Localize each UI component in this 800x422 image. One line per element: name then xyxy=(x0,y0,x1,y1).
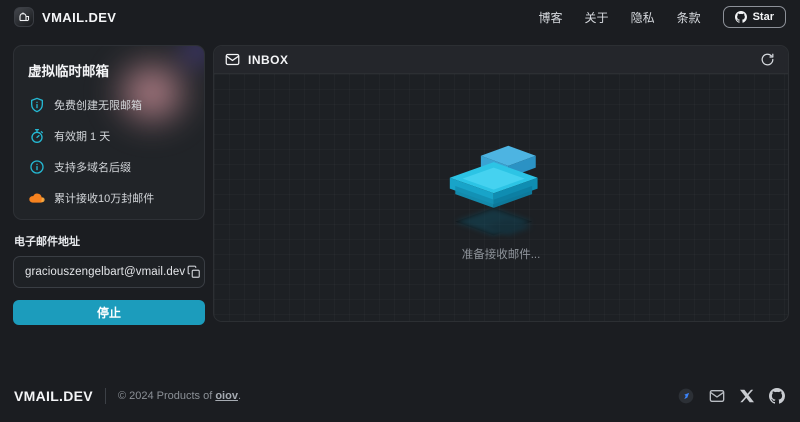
nav-blog[interactable]: 博客 xyxy=(539,9,563,26)
main-content: 虚拟临时邮箱 免费创建无限邮箱 xyxy=(0,34,800,378)
card-title: 虚拟临时邮箱 xyxy=(28,60,190,80)
github-icon[interactable] xyxy=(769,388,785,404)
copy-icon[interactable] xyxy=(185,263,203,281)
copyright-prefix: © 2024 Products of xyxy=(118,390,215,402)
feature-list: 免费创建无限邮箱 有效期 1 天 xyxy=(28,96,190,206)
brand-name: VMAIL.DEV xyxy=(42,10,116,25)
timer-icon xyxy=(28,127,45,144)
inbox-header: INBOX xyxy=(214,46,788,74)
footer-brand: VMAIL.DEV xyxy=(14,388,93,404)
feature-item: 累计接收10万封邮件 xyxy=(28,189,190,206)
email-address-value: graciouszengelbart@vmail.dev xyxy=(25,266,185,278)
nav-terms[interactable]: 条款 xyxy=(677,9,701,26)
refresh-button[interactable] xyxy=(758,50,777,69)
feature-text: 有效期 1 天 xyxy=(54,128,110,144)
compass-icon[interactable] xyxy=(678,388,694,404)
sidebar: 虚拟临时邮箱 免费创建无限邮箱 xyxy=(13,45,205,325)
footer-icons xyxy=(678,388,785,404)
footer-divider xyxy=(105,388,106,404)
feature-item: 支持多域名后缀 xyxy=(28,158,190,175)
info-card: 虚拟临时邮箱 免费创建无限邮箱 xyxy=(13,45,205,220)
github-star-button[interactable]: Star xyxy=(723,6,786,28)
feature-text: 累计接收10万封邮件 xyxy=(54,190,154,206)
brand: VMAIL.DEV xyxy=(14,7,116,27)
email-address-field[interactable]: graciouszengelbart@vmail.dev xyxy=(13,256,205,288)
mailbox-logo-icon xyxy=(14,7,34,27)
feature-item: 有效期 1 天 xyxy=(28,127,190,144)
oiov-link[interactable]: oiov xyxy=(215,390,238,402)
empty-state: 准备接收邮件... xyxy=(437,137,565,262)
cloudflare-icon xyxy=(28,189,45,206)
boxes-illustration xyxy=(437,137,565,260)
top-nav: 博客 关于 隐私 条款 Star xyxy=(539,6,786,28)
footer-left: VMAIL.DEV © 2024 Products of oiov. xyxy=(14,388,241,404)
envelope-icon xyxy=(225,53,240,66)
empty-state-text: 准备接收邮件... xyxy=(462,246,541,262)
inbox-title: INBOX xyxy=(248,53,289,67)
nav-about[interactable]: 关于 xyxy=(585,9,609,26)
info-icon xyxy=(28,158,45,175)
feature-text: 支持多域名后缀 xyxy=(54,159,131,175)
github-icon xyxy=(735,11,747,23)
inbox-body: 准备接收邮件... xyxy=(214,74,788,321)
feature-item: 免费创建无限邮箱 xyxy=(28,96,190,113)
x-icon[interactable] xyxy=(740,389,754,403)
copyright-text: © 2024 Products of oiov. xyxy=(118,390,241,402)
star-button-label: Star xyxy=(753,11,774,23)
copyright-suffix: . xyxy=(238,390,241,402)
inbox-panel: INBOX xyxy=(213,45,789,322)
envelope-icon[interactable] xyxy=(709,389,725,403)
top-header: VMAIL.DEV 博客 关于 隐私 条款 Star xyxy=(0,0,800,34)
nav-privacy[interactable]: 隐私 xyxy=(631,9,655,26)
shield-icon xyxy=(28,96,45,113)
email-address-label: 电子邮件地址 xyxy=(14,233,205,249)
stop-button[interactable]: 停止 xyxy=(13,300,205,325)
page-footer: VMAIL.DEV © 2024 Products of oiov. xyxy=(0,378,800,422)
feature-text: 免费创建无限邮箱 xyxy=(54,97,142,113)
